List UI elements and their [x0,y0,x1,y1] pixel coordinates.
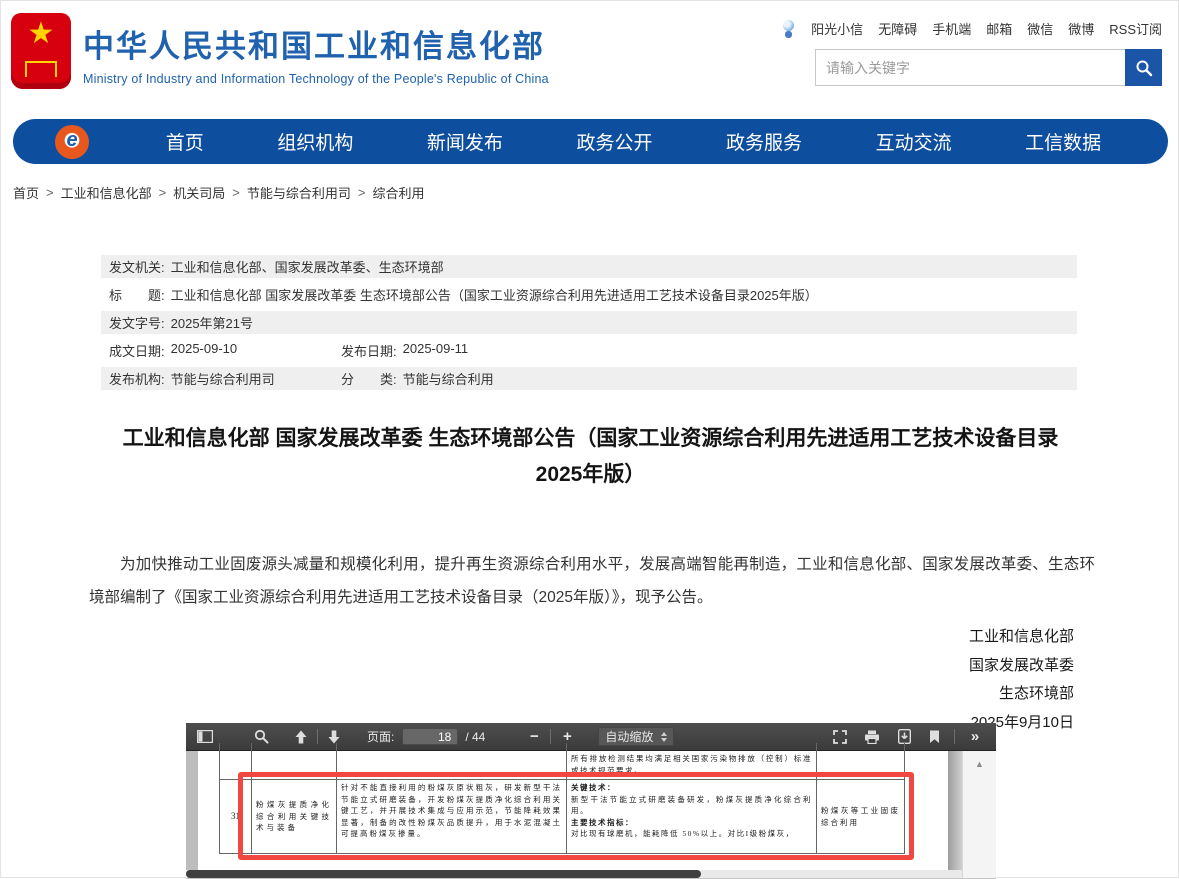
arrow-up-icon [294,730,308,744]
meta-row-dates: 成文日期: 2025-09-10 发布日期: 2025-09-11 [101,339,1077,362]
emblem-star: ★ [11,19,71,49]
meta-value: 节能与综合利用 [403,369,494,388]
arrow-down-icon [327,730,341,744]
table-row-partial: 所有排放检测结果均满足相关国家污染物排放（控制）标准或技术规范要求。 [219,743,905,780]
nav-item-home[interactable]: 首页 [166,128,204,155]
emblem-gate [25,61,57,77]
meta-label: 发文字号: [109,313,165,332]
tech-heading: 主要技术指标： [571,817,812,829]
download-icon [898,729,911,744]
breadcrumb-departments[interactable]: 机关司局 [173,183,225,202]
breadcrumb-home[interactable]: 首页 [13,183,39,202]
bookmark-button[interactable] [923,726,945,748]
table-cell-application: 粉煤灰等工业固废综合利用 [816,780,905,854]
breadcrumb-current[interactable]: 综合利用 [372,183,424,202]
pdf-page: 所有排放检测结果均满足相关国家污染物排放（控制）标准或技术规范要求。 31 粉煤… [198,751,948,870]
link-accessibility[interactable]: 无障碍 [878,19,917,38]
scrollbar-thumb[interactable] [186,870,701,878]
search-icon [1135,59,1153,77]
tech-line: 新型干法节能立式研磨装备研发，粉煤灰提质净化综合利用。 [571,794,812,817]
sidebar-toggle-button[interactable] [194,726,216,748]
meta-value: 2025-09-10 [171,341,238,360]
meta-row-publisher: 发布机构: 节能与综合利用司 分 类: 节能与综合利用 [101,367,1077,390]
search-bar [815,49,1162,86]
breadcrumb-separator: > [46,185,54,200]
table-cell-requirements: 所有排放检测结果均满足相关国家污染物排放（控制）标准或技术规范要求。 [566,743,816,780]
meta-label: 分 类: [341,369,397,388]
find-icon [254,729,269,744]
quick-links: 阳光小信 无障碍 手机端 邮箱 微信 微博 RSS订阅 [781,19,1162,38]
meta-label: 发文机关: [109,257,165,276]
page-shadow [948,751,962,870]
meta-value: 节能与综合利用司 [171,369,275,388]
scroll-up-arrow-icon[interactable]: ▲ [963,759,996,769]
tech-line: 对比现有球磨机，能耗降低 50%以上。对比I级粉煤灰， [571,828,812,840]
breadcrumb-energy-dept[interactable]: 节能与综合利用司 [247,183,351,202]
page-total: / 44 [465,730,485,744]
breadcrumb-separator: > [232,185,240,200]
site-header: ★ 中华人民共和国工业和信息化部 Ministry of Industry an… [1,1,1178,111]
fullscreen-icon [833,730,847,744]
link-rss[interactable]: RSS订阅 [1109,19,1162,38]
signature-line: 工业和信息化部 [969,623,1074,652]
breadcrumb: 首页 > 工业和信息化部 > 机关司局 > 节能与综合利用司 > 综合利用 [13,183,424,202]
article-title: 工业和信息化部 国家发展改革委 生态环境部公告（国家工业资源综合利用先进适用工艺… [101,421,1080,493]
site-subtitle: Ministry of Industry and Information Tec… [83,72,549,86]
nav-item-gov-affairs[interactable]: 政务公开 [576,128,652,155]
tech-heading: 关键技术： [571,782,812,794]
link-wechat[interactable]: 微信 [1027,19,1053,38]
table-cell-description: 针对不能直接利用的粉煤灰原状粗灰，研发新型干法节能立式研磨装备，开发粉煤灰提质净… [336,780,566,854]
meta-row-issuing-org: 发文机关: 工业和信息化部、国家发展改革委、生态环境部 [101,255,1077,278]
site-logo-link[interactable]: ★ 中华人民共和国工业和信息化部 Ministry of Industry an… [11,13,549,89]
meta-label: 成文日期: [109,341,165,360]
main-nav: e 首页 组织机构 新闻发布 政务公开 政务服务 互动交流 工信数据 [13,119,1168,164]
meta-value: 工业和信息化部、国家发展改革委、生态环境部 [171,257,444,276]
national-emblem-icon: ★ [11,13,71,89]
signature-line: 国家发展改革委 [969,652,1074,681]
nav-item-miit-data[interactable]: 工信数据 [1025,128,1101,155]
meta-row-title: 标 题: 工业和信息化部 国家发展改革委 生态环境部公告（国家工业资源综合利用先… [101,283,1077,306]
breadcrumb-separator: > [358,185,366,200]
link-weibo[interactable]: 微博 [1068,19,1094,38]
sidebar-toggle-icon [197,730,213,743]
more-tools-button[interactable]: » [964,726,986,748]
select-spinner-icon [661,732,667,742]
search-button[interactable] [1125,49,1162,86]
document-meta-table: 发文机关: 工业和信息化部、国家发展改革委、生态环境部 标 题: 工业和信息化部… [101,255,1077,395]
table-cell-no: 31 [219,780,251,854]
mascot-icon [781,20,796,38]
search-input[interactable] [815,49,1125,86]
table-cell-name: 粉煤灰提质净化综合利用关键技术与装备 [251,780,336,854]
meta-label: 发布机构: [109,369,165,388]
printer-icon [864,730,880,744]
table-cell-technology: 关键技术： 新型干法节能立式研磨装备研发，粉煤灰提质净化综合利用。 主要技术指标… [566,780,816,854]
pdf-vertical-scrollbar[interactable]: ▲ [962,751,996,878]
table-row-31: 31 粉煤灰提质净化综合利用关键技术与装备 针对不能直接利用的粉煤灰原状粗灰，研… [219,780,905,854]
article-signatures: 工业和信息化部 国家发展改革委 生态环境部 2025年9月10日 [969,623,1074,737]
meta-value: 2025-09-11 [403,341,469,360]
bookmark-icon [929,730,940,744]
breadcrumb-separator: > [159,185,167,200]
pdf-horizontal-scrollbar[interactable] [186,870,962,878]
link-mail[interactable]: 邮箱 [986,19,1012,38]
meta-label: 标 题: [109,285,165,304]
miit-gear-logo-icon[interactable]: e [55,125,89,159]
link-mobile[interactable]: 手机端 [932,19,971,38]
link-sunshine-xiaoxin[interactable]: 阳光小信 [811,19,863,38]
breadcrumb-miit[interactable]: 工业和信息化部 [61,183,152,202]
meta-row-doc-no: 发文字号: 2025年第21号 [101,311,1077,334]
pdf-content-area: 所有排放检测结果均满足相关国家污染物排放（控制）标准或技术规范要求。 31 粉煤… [186,751,996,878]
article-paragraph: 为加快推动工业固废源头减量和规模化利用，提升再生资源综合利用水平，发展高端智能再… [89,548,1095,614]
site-title: 中华人民共和国工业和信息化部 [83,21,549,66]
signature-line: 生态环境部 [969,680,1074,709]
nav-item-news[interactable]: 新闻发布 [427,128,503,155]
meta-value: 2025年第21号 [171,313,253,332]
meta-label: 发布日期: [341,341,397,360]
nav-item-gov-services[interactable]: 政务服务 [726,128,802,155]
pdf-viewer: 页面: / 44 − + 自动缩放 [186,723,996,879]
nav-item-interaction[interactable]: 互动交流 [876,128,952,155]
meta-value: 工业和信息化部 国家发展改革委 生态环境部公告（国家工业资源综合利用先进适用工艺… [171,285,818,304]
nav-item-organization[interactable]: 组织机构 [277,128,353,155]
